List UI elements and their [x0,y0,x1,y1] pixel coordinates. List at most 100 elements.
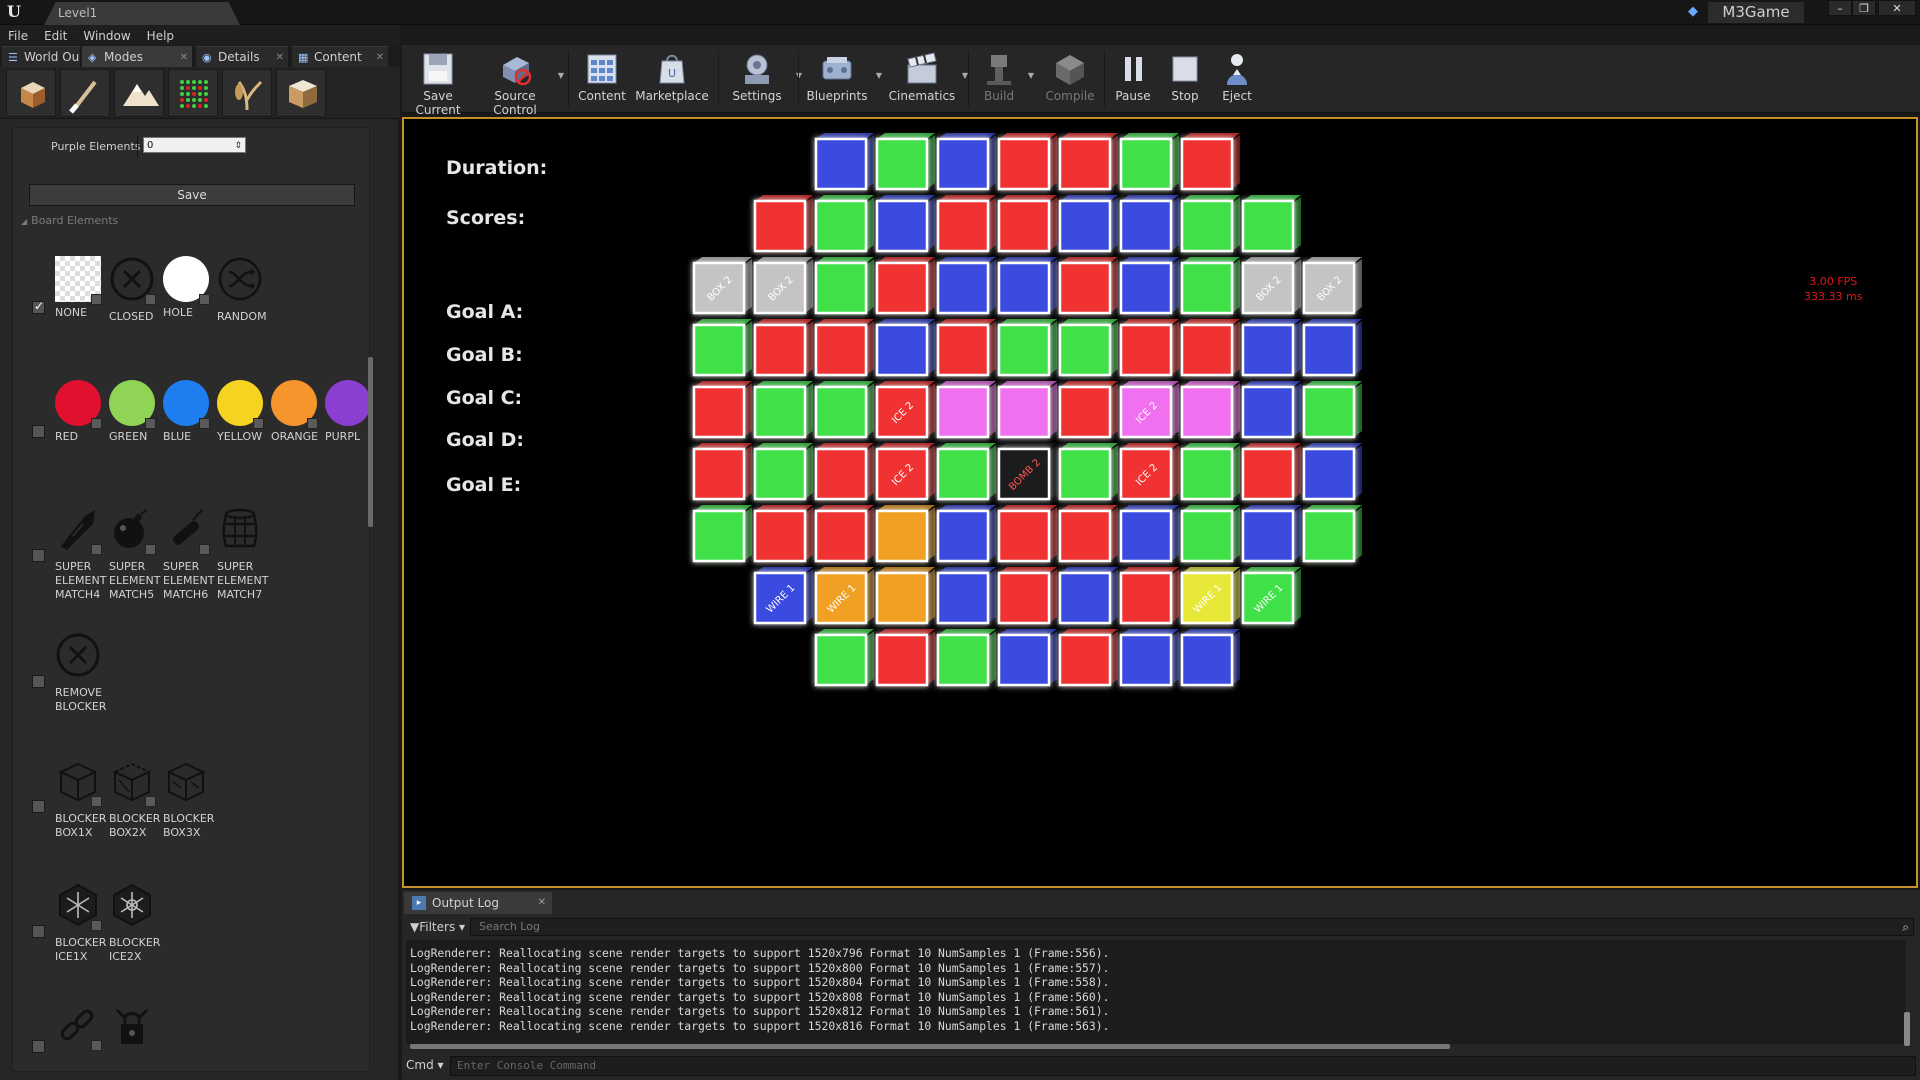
row-remove-blocker-checkbox[interactable] [32,675,45,688]
row-super-checkbox[interactable] [32,549,45,562]
board-tile[interactable] [753,443,813,501]
board-tile[interactable] [1058,505,1118,563]
board-tile[interactable]: WIRE 1 [1180,567,1240,625]
board-tile[interactable]: BOX 2 [692,257,752,315]
board-tile[interactable] [814,381,874,439]
board-tile[interactable] [997,319,1057,377]
spin-arrows-icon[interactable]: ⇕ [234,138,242,154]
foliage-mode-button[interactable] [168,69,218,117]
element-checkbox[interactable] [91,418,102,429]
board-tile[interactable] [692,443,752,501]
element-checkbox[interactable] [199,418,210,429]
board-tile[interactable] [814,505,874,563]
board-tile[interactable]: ICE 2 [1119,443,1179,501]
element-blocker-ice2x[interactable]: BLOCKER ICE2X [109,882,167,964]
board-tile[interactable]: BOMB 2 [997,443,1057,501]
board-tile[interactable] [753,195,813,253]
board-tile[interactable] [814,257,874,315]
board-tile[interactable] [1119,567,1179,625]
maximize-button[interactable]: ❐ [1852,0,1876,16]
close-button[interactable]: ✕ [1878,0,1916,16]
board-tile[interactable] [753,505,813,563]
element-checkbox[interactable] [91,1040,102,1051]
element-super-match5[interactable]: SUPER ELEMENT MATCH5 [109,506,167,602]
element-blocker-box2x[interactable]: BLOCKER BOX2X [109,758,167,840]
search-log-input[interactable]: Search Log ⌕ [470,918,1914,936]
board-tile[interactable] [875,257,935,315]
save-current-button[interactable]: Save Current [406,49,470,117]
element-hole[interactable]: HOLE [163,256,221,320]
board-tile[interactable] [936,195,996,253]
board-tile[interactable] [1180,319,1240,377]
element-chain[interactable] [55,1004,113,1054]
board-tile[interactable] [753,381,813,439]
board-tile[interactable] [1302,381,1362,439]
minimize-button[interactable]: – [1828,0,1852,16]
panel-scrollbar[interactable] [368,357,373,527]
board-tile[interactable]: ICE 2 [875,443,935,501]
board-tile[interactable] [1180,505,1240,563]
board-tile[interactable] [1180,133,1240,191]
board-tile[interactable]: ICE 2 [875,381,935,439]
game-board[interactable]: BOX 2 BOX 2 BOX 2 BOX 2ICE 2 ICE 2ICE 2 BOMB … [404,119,1916,886]
element-checkbox[interactable] [253,418,264,429]
row-colors-checkbox[interactable] [32,425,45,438]
eject-button[interactable]: Eject [1214,49,1260,111]
paint-mode-button[interactable] [60,69,110,117]
row-chain-checkbox[interactable] [32,1040,45,1053]
board-tile[interactable]: WIRE 1 [814,567,874,625]
settings-button[interactable]: Settings ▼ [722,49,802,111]
board-tile[interactable] [1180,381,1240,439]
board-tile[interactable] [997,629,1057,687]
board-tile[interactable] [814,443,874,501]
board-tile[interactable] [875,195,935,253]
board-tile[interactable] [997,195,1057,253]
board-tile[interactable] [692,319,752,377]
element-blue[interactable]: BLUE [163,380,221,444]
element-purple[interactable]: PURPL [325,380,369,444]
board-tile[interactable] [1058,381,1118,439]
content-button[interactable]: Content [572,49,632,111]
board-tile[interactable] [1302,319,1362,377]
build-button[interactable]: Build ▼ [974,49,1034,111]
board-tile[interactable] [936,133,996,191]
board-tile[interactable] [936,443,996,501]
element-remove-blocker[interactable]: REMOVE BLOCKER [55,632,135,714]
board-tile[interactable]: ICE 2 [1119,381,1179,439]
element-checkbox[interactable] [145,544,156,555]
element-checkbox[interactable] [145,796,156,807]
element-checkbox[interactable] [91,544,102,555]
element-checkbox[interactable] [91,796,102,807]
element-random[interactable]: RANDOM [217,256,275,324]
element-blocker-box3x[interactable]: BLOCKER BOX3X [163,758,221,840]
pause-button[interactable]: Pause [1110,49,1156,111]
log-vertical-scrollbar[interactable] [1904,1012,1910,1046]
board-tile[interactable] [1119,319,1179,377]
compile-button[interactable]: Compile [1042,49,1098,111]
board-tile[interactable] [753,319,813,377]
element-super-match6[interactable]: SUPER ELEMENT MATCH6 [163,506,221,602]
board-tile[interactable] [1180,257,1240,315]
board-tile[interactable] [1241,381,1301,439]
dropdown-arrow-icon[interactable]: ▼ [1028,71,1034,80]
console-command-input[interactable]: Enter Console Command [450,1056,1916,1076]
board-tile[interactable] [1180,443,1240,501]
collapse-triangle-icon[interactable]: ◢ [21,217,27,226]
element-checkbox[interactable] [199,544,210,555]
board-tile[interactable] [1180,195,1240,253]
element-lock[interactable] [109,1004,167,1054]
level-tab[interactable]: Level1 [44,2,240,25]
element-checkbox[interactable] [145,418,156,429]
menu-file[interactable]: File [0,26,36,46]
board-tile[interactable] [936,319,996,377]
save-button[interactable]: Save [29,184,355,206]
cmd-dropdown[interactable]: Cmd ▾ [406,1058,444,1072]
element-none[interactable]: NONE [55,256,113,320]
board-tile[interactable] [936,629,996,687]
element-yellow[interactable]: YELLOW [217,380,275,444]
board-tile[interactable] [1058,629,1118,687]
board-tile[interactable] [1302,443,1362,501]
source-control-button[interactable]: Source Control ▼ [476,49,564,117]
board-tile[interactable] [1119,257,1179,315]
board-tile[interactable] [1058,133,1118,191]
